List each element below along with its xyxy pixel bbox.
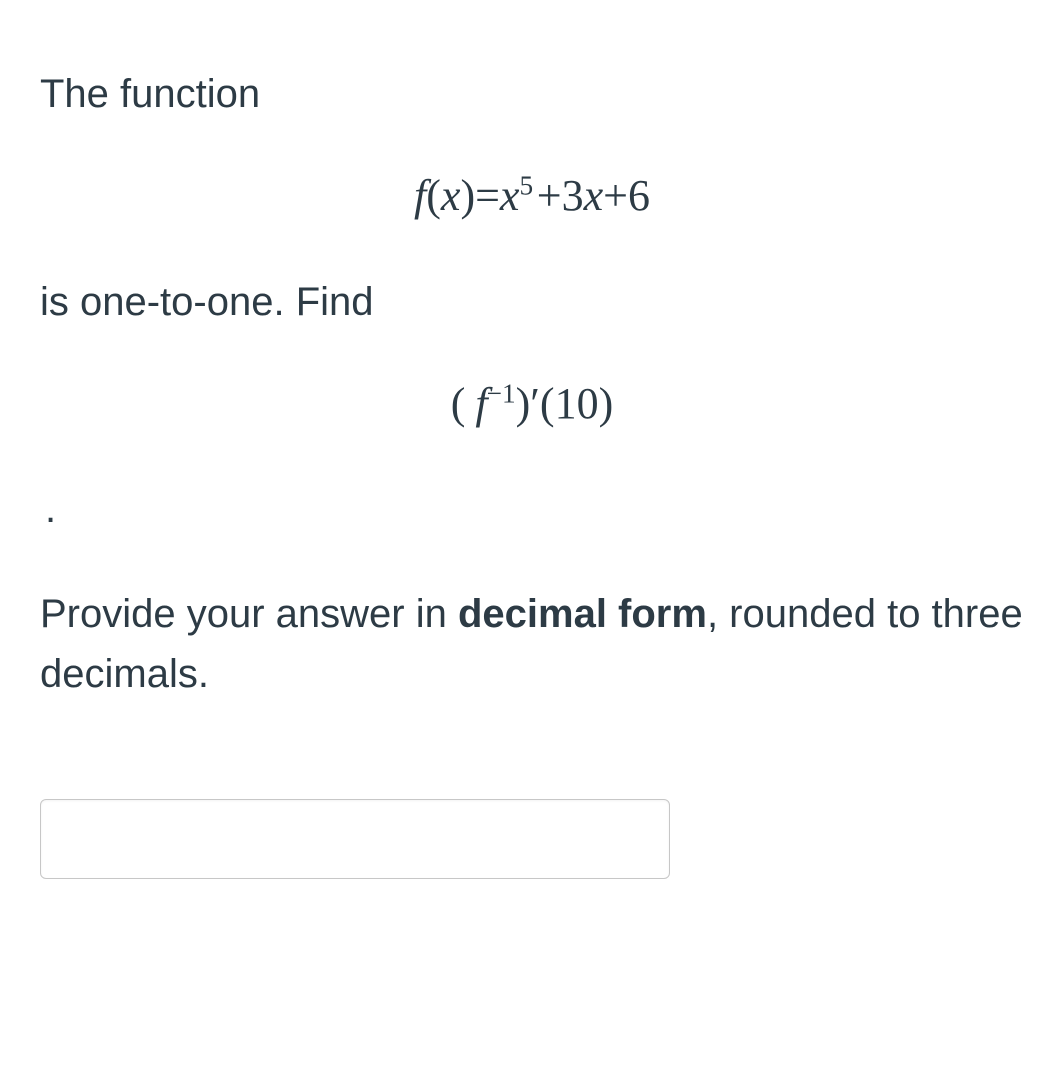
trailing-dot: .: [40, 489, 1024, 529]
instruction-text: Provide your answer in decimal form, rou…: [40, 584, 1024, 704]
instruction-pre: Provide your answer in: [40, 592, 458, 636]
formula-function-definition: f(x)=x5 +3x+6: [40, 170, 1024, 221]
answer-input[interactable]: [40, 799, 670, 879]
instruction-bold: decimal form: [458, 592, 707, 636]
question-container: The function f(x)=x5 +3x+6 is one-to-one…: [40, 68, 1024, 879]
formula-inverse-derivative: ( f−1)′(10): [40, 378, 1024, 429]
intro-text: The function: [40, 68, 1024, 120]
mid-text: is one-to-one. Find: [40, 276, 1024, 328]
